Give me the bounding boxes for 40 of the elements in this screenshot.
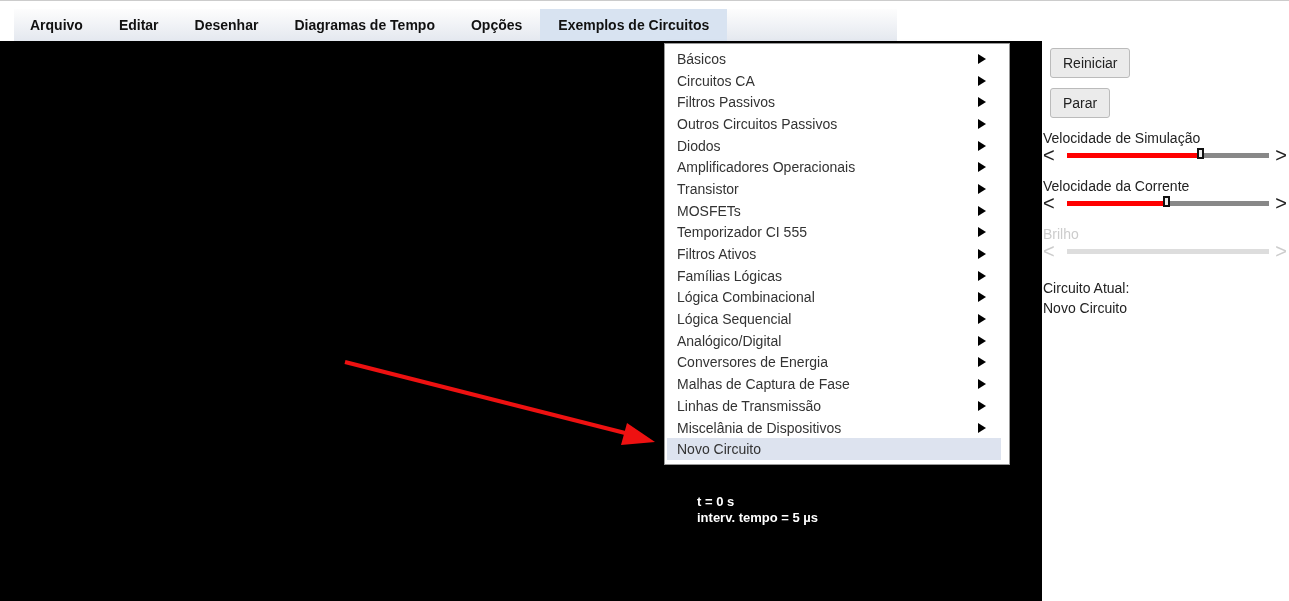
slider-label: Velocidade de Simulação — [1043, 130, 1201, 146]
current-circuit-label: Circuito Atual: — [1043, 279, 1130, 298]
simulation-info: t = 0 s — [697, 494, 735, 510]
menu-option[interactable]: Analógico/Digital — [667, 329, 1001, 352]
current-circuit-name: Novo Circuito — [1043, 299, 1128, 318]
menu-option[interactable]: Temporizador CI 555 — [667, 221, 1001, 244]
panel-button[interactable]: Parar — [1050, 88, 1111, 118]
slider-label: Velocidade da Corrente — [1043, 178, 1190, 194]
menu-option[interactable]: Lógica Sequencial — [667, 308, 1001, 330]
menu-option[interactable]: Novo Circuito — [667, 438, 1001, 461]
menu-item[interactable]: Exemplos de Circuitos — [540, 9, 728, 41]
menu-item[interactable]: Diagramas de Tempo — [276, 9, 453, 41]
menu-item[interactable]: Desenhar — [176, 9, 277, 41]
menu-option[interactable]: Básicos — [667, 48, 1001, 70]
menu-option[interactable]: Diodos — [667, 134, 1001, 157]
menu-option[interactable]: Miscelânia de Dispositivos — [667, 416, 1001, 439]
menu-option[interactable]: Amplificadores Operacionais — [667, 156, 1001, 179]
slider-thumb[interactable] — [1163, 195, 1170, 207]
panel-button[interactable]: Reiniciar — [1050, 48, 1131, 78]
simulation-info: interv. tempo = 5 µs — [697, 510, 819, 526]
menu-option[interactable]: Outros Circuitos Passivos — [667, 113, 1001, 135]
slider-track[interactable] — [1067, 248, 1269, 254]
menu-option[interactable]: Filtros Ativos — [667, 243, 1001, 265]
menu-option[interactable]: Malhas de Captura de Fase — [667, 373, 1001, 395]
menu-option[interactable]: Circuitos CA — [667, 69, 1001, 92]
menu-item[interactable]: Editar — [100, 9, 177, 41]
menu-option[interactable]: Famílias Lógicas — [667, 264, 1001, 287]
menu-option[interactable]: Transistor — [667, 178, 1001, 200]
slider-thumb[interactable] — [1197, 147, 1205, 159]
menu-option[interactable]: Filtros Passivos — [667, 91, 1001, 114]
menu-option[interactable]: Linhas de Transmissão — [667, 395, 1001, 417]
menu-item[interactable]: Opções — [452, 9, 541, 41]
menu-option[interactable]: Lógica Combinacional — [667, 286, 1001, 309]
decrease-button[interactable]: < — [1043, 146, 1057, 164]
decrease-button[interactable]: < — [1043, 194, 1057, 212]
menu-option[interactable]: Conversores de Energia — [667, 351, 1001, 374]
menu-item[interactable]: Arquivo — [14, 9, 101, 41]
increase-button[interactable]: > — [1273, 146, 1287, 164]
increase-button[interactable]: > — [1273, 194, 1287, 212]
menu-option[interactable]: MOSFETs — [667, 199, 1001, 222]
